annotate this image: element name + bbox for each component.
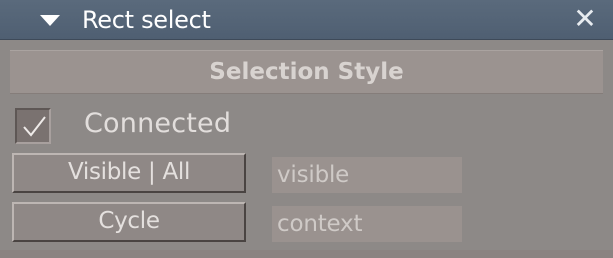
panel-title: Rect select — [82, 6, 211, 34]
visible-all-button[interactable]: Visible | All — [12, 153, 246, 193]
section-title: Selection Style — [209, 59, 404, 85]
connected-checkbox[interactable] — [15, 108, 51, 144]
checkmark-icon — [23, 116, 46, 137]
connected-label: Connected — [84, 108, 232, 139]
triangle-down-icon[interactable] — [40, 15, 60, 26]
panel-bottom-edge — [0, 250, 613, 258]
panel-titlebar[interactable]: Rect select ✕ — [0, 0, 613, 40]
section-header: Selection Style — [10, 50, 603, 94]
rect-select-panel: Rect select ✕ Selection Style Connected … — [0, 0, 613, 258]
cycle-button[interactable]: Cycle — [12, 202, 246, 242]
close-icon[interactable]: ✕ — [571, 4, 599, 34]
context-value-field[interactable]: context — [272, 206, 462, 242]
visible-value-field[interactable]: visible — [272, 157, 462, 193]
